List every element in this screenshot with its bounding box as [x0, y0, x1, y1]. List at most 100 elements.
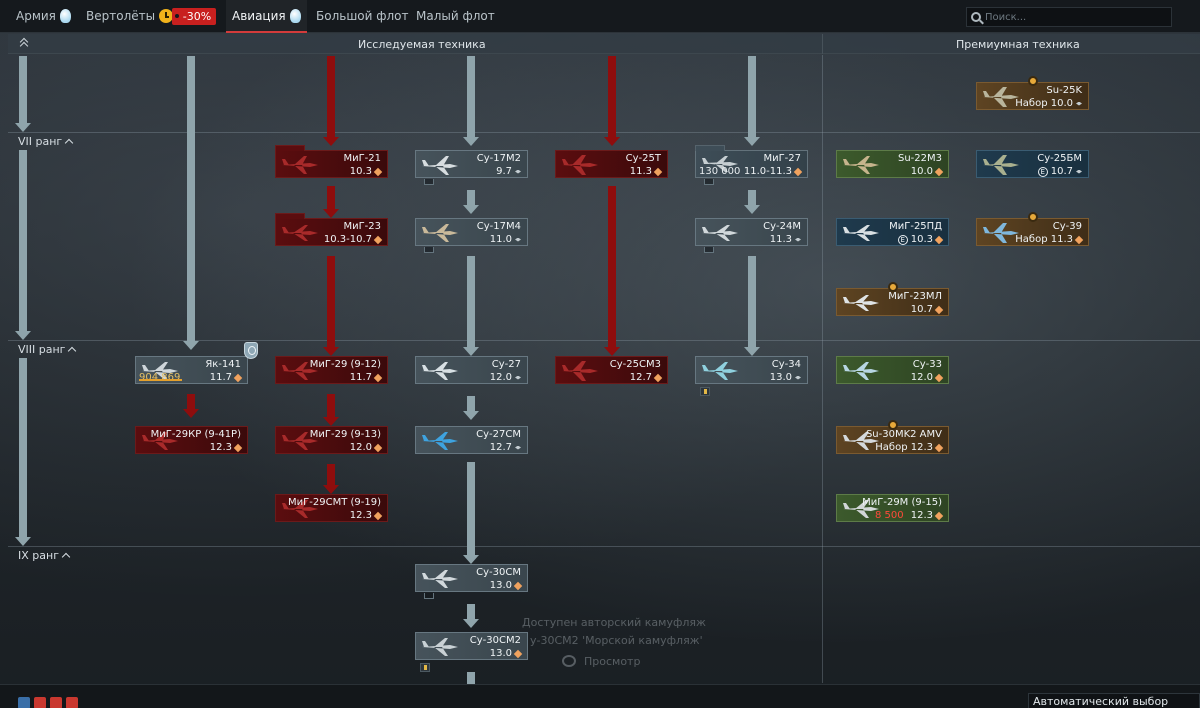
- vehicle-card-su-30sm2[interactable]: Су-30СМ2 13.0: [415, 632, 528, 672]
- br-diamond-icon: [373, 443, 383, 452]
- camouflage-preview-link[interactable]: Просмотр: [584, 655, 640, 668]
- vehicle-card-su-25bm[interactable]: Су-25БМ E 10.7: [976, 150, 1089, 178]
- premium-column-divider: [822, 55, 823, 683]
- br-diamond-icon: [373, 373, 383, 382]
- search-box[interactable]: [966, 7, 1172, 27]
- camouflage-hint-line1: Доступен авторский камуфляж: [522, 616, 706, 629]
- br-diamond-icon: [513, 649, 523, 658]
- vehicle-card-su-39[interactable]: Су-39 Набор 11.3: [976, 212, 1089, 246]
- tree-arrow: [463, 462, 479, 564]
- vehicle-name: МиГ-29СМТ (9-19): [288, 497, 381, 508]
- br-diamond-icon: [934, 511, 944, 520]
- tab-label: Авиация: [232, 9, 286, 23]
- tree-arrow: [463, 190, 479, 214]
- folder-tab: [275, 145, 305, 151]
- search-input[interactable]: [985, 11, 1165, 23]
- tree-arrow: [463, 256, 479, 356]
- rank-header-ix[interactable]: IX ранг: [18, 549, 71, 562]
- vehicle-card-su-25sm3[interactable]: Су-25СМ3 12.7: [555, 356, 668, 384]
- vehicle-card-su-34[interactable]: Су-34 13.0: [695, 356, 808, 396]
- vehicle-card-mig-29kr[interactable]: МиГ-29КР (9-41Р) 12.3: [135, 426, 248, 454]
- rank-header-viii[interactable]: VIII ранг: [18, 343, 77, 356]
- clock-icon[interactable]: [34, 697, 46, 708]
- vehicle-card-mig-29-9-12[interactable]: МиГ-29 (9-12) 11.7: [275, 356, 388, 384]
- battle-rating: 13.0: [770, 372, 801, 383]
- br-diamond-icon: [515, 375, 521, 380]
- tree-arrow: [323, 464, 339, 494]
- chevron-up-icon: [64, 138, 74, 148]
- vehicle-name: МиГ-23МЛ: [888, 291, 942, 302]
- plane-icon: [422, 362, 458, 380]
- filter-icon[interactable]: [18, 697, 30, 708]
- br-diamond-icon: [795, 375, 801, 380]
- vehicle-name: Su-25K: [1046, 85, 1082, 96]
- chevron-up-icon: [68, 346, 77, 356]
- rank-label: VII ранг: [18, 135, 63, 148]
- vehicle-card-su-24m[interactable]: Су-24М 11.3: [695, 218, 808, 253]
- tab-coastal-fleet[interactable]: Малый флот: [410, 0, 501, 32]
- tree-arrow: [323, 256, 339, 356]
- br-diamond-icon: [653, 167, 663, 176]
- vehicle-card-su-17m4[interactable]: Су-17М4 11.0: [415, 218, 528, 253]
- premium-e-icon: E: [1037, 166, 1048, 177]
- vehicle-card-yak-141[interactable]: Як-141 904 869 11.7: [135, 342, 258, 384]
- tab-aviation[interactable]: Авиация: [226, 0, 307, 33]
- battle-rating: 12.7: [490, 442, 521, 453]
- battle-rating: 13.0: [490, 580, 523, 591]
- vehicle-card-su-25t[interactable]: Су-25Т 11.3: [555, 150, 668, 178]
- vehicle-card-su-30sm[interactable]: Су-30СМ 13.0: [415, 564, 528, 599]
- plane-icon: [983, 155, 1019, 175]
- tree-arrow: [15, 358, 31, 546]
- vehicle-card-su-33[interactable]: Су-33 12.0: [836, 356, 949, 384]
- vehicle-card-su-27[interactable]: Су-27 12.0: [415, 356, 528, 384]
- unit-mark-icon: [424, 179, 434, 185]
- vehicle-card-mig-25pd[interactable]: МиГ-25ПД E 10.3: [836, 218, 949, 246]
- tree-arrow: [463, 604, 479, 628]
- eye-icon: [562, 655, 576, 667]
- vehicle-name: Су-30СМ2: [469, 635, 521, 646]
- tab-label: Вертолёты: [86, 9, 156, 23]
- vehicle-card-su-30mk2-amv[interactable]: Su-30MK2 AMV Набор 12.3: [836, 420, 949, 454]
- percent-icon[interactable]: [66, 697, 78, 708]
- collapse-all-ranks-button[interactable]: [18, 37, 30, 49]
- battle-rating: 12.3: [350, 510, 383, 521]
- vehicle-card-su-27sm[interactable]: Су-27СМ 12.7: [415, 426, 528, 454]
- list-icon[interactable]: [50, 697, 62, 708]
- battle-rating: 10.3-10.7: [324, 234, 383, 245]
- vehicle-card-mig-29m[interactable]: МиГ-29М (9-15) 8 500 12.3: [836, 494, 949, 522]
- vehicle-card-su-22m3[interactable]: Su-22M3 10.0: [836, 150, 949, 178]
- vehicle-card-mig-29-9-13[interactable]: МиГ-29 (9-13) 12.0: [275, 426, 388, 454]
- vehicle-selection-dropdown[interactable]: Автоматический выбор: [1028, 693, 1200, 708]
- plane-icon: [422, 570, 458, 588]
- tab-helicopters[interactable]: Вертолёты: [80, 0, 179, 32]
- vehicle-card-su-17m2[interactable]: Су-17М2 9.7: [415, 150, 528, 185]
- battle-rating: 13.0: [490, 648, 523, 659]
- br-diamond-icon: [934, 167, 944, 176]
- pack-coin-icon: [1027, 76, 1038, 86]
- vehicle-name: МиГ-25ПД: [889, 221, 942, 232]
- battle-rating: 11.0: [490, 234, 521, 245]
- tree-header: Исследуемая техника Премиумная техника: [8, 34, 1200, 54]
- vehicle-card-mig-23ml[interactable]: МиГ-23МЛ 10.7: [836, 282, 949, 316]
- rank-header-vii[interactable]: VII ранг: [18, 135, 74, 148]
- vehicle-card-su-25k[interactable]: Su-25K Набор 10.0: [976, 76, 1089, 110]
- br-diamond-icon: [653, 373, 663, 382]
- tab-bluewater-fleet[interactable]: Большой флот: [310, 0, 415, 32]
- research-progress-bar: [139, 379, 182, 381]
- vehicle-card-mig-21[interactable]: МиГ-21 10.3: [275, 145, 388, 178]
- vehicle-card-mig-23[interactable]: МиГ-23 10.3-10.7: [275, 213, 388, 246]
- vehicle-card-mig-29smt[interactable]: МиГ-29СМТ (9-19) 12.3: [275, 494, 388, 522]
- vehicle-card-mig-27[interactable]: МиГ-27 130 000 11.0-11.3: [695, 145, 808, 185]
- br-diamond-icon: [1076, 169, 1082, 174]
- tree-arrow: [323, 186, 339, 218]
- battle-rating: 10.3: [350, 166, 383, 177]
- unit-mark-icon: [704, 247, 714, 253]
- tab-army[interactable]: Армия: [10, 0, 77, 32]
- rank-label: VIII ранг: [18, 343, 66, 356]
- br-diamond-icon: [515, 169, 521, 174]
- vehicle-name: Су-17М4: [476, 221, 521, 232]
- br-diamond-icon: [1074, 235, 1084, 244]
- battle-rating: Набор 10.0: [1015, 98, 1082, 109]
- vehicle-name: МиГ-29М (9-15): [862, 497, 942, 508]
- battle-rating: 11.3: [770, 234, 801, 245]
